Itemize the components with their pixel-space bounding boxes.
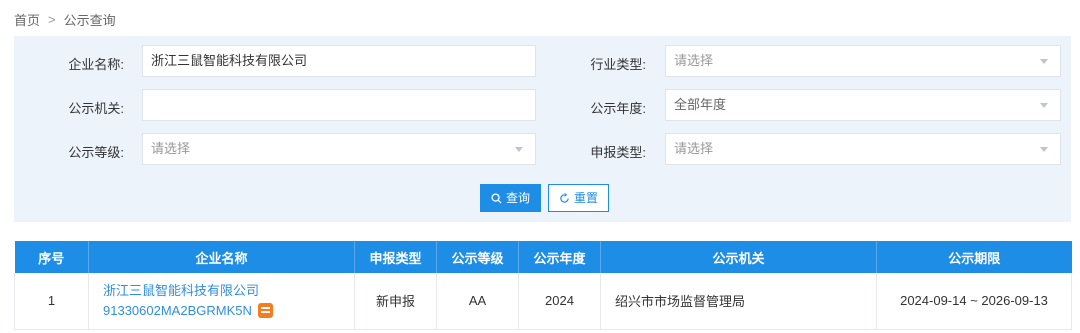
search-button-label: 查询 <box>506 191 531 205</box>
search-panel: 企业名称: 浙江三鼠智能科技有限公司 行业类型: 请选择 公示机关: 公示年度:… <box>14 36 1071 222</box>
credit-code[interactable]: 91330602MA2BGRMK5N <box>103 301 252 321</box>
company-name-input[interactable]: 浙江三鼠智能科技有限公司 <box>142 45 536 77</box>
cell-index: 1 <box>14 273 89 330</box>
certificate-icon[interactable] <box>257 303 273 319</box>
year-value: 全部年度 <box>674 97 727 112</box>
header-level: 公示等级 <box>436 241 519 273</box>
results-table: 序号 企业名称 申报类型 公示等级 公示年度 公示机关 公示期限 1 浙江三鼠智… <box>14 241 1072 330</box>
industry-type-value: 请选择 <box>674 53 714 68</box>
credit-code-line: 91330602MA2BGRMK5N <box>103 301 354 321</box>
company-link[interactable]: 浙江三鼠智能科技有限公司 <box>103 281 354 301</box>
cell-authority: 绍兴市市场监督管理局 <box>600 273 877 330</box>
header-authority: 公示机关 <box>600 241 877 273</box>
level-label: 公示等级: <box>68 145 124 160</box>
level-select[interactable]: 请选择 <box>142 133 536 165</box>
breadcrumb-separator: > <box>48 12 56 27</box>
authority-label: 公示机关: <box>68 101 124 116</box>
reset-button[interactable]: 重置 <box>548 184 610 212</box>
authority-input[interactable] <box>142 89 536 121</box>
table-header-row: 序号 企业名称 申报类型 公示等级 公示年度 公示机关 公示期限 <box>14 241 1072 273</box>
refresh-icon <box>560 192 569 203</box>
header-company: 企业名称 <box>88 241 355 273</box>
reset-button-label: 重置 <box>574 191 599 205</box>
industry-type-select[interactable]: 请选择 <box>665 45 1061 77</box>
year-select[interactable]: 全部年度 <box>665 89 1061 121</box>
report-type-value: 请选择 <box>674 141 714 156</box>
industry-type-label: 行业类型: <box>590 57 646 72</box>
breadcrumb: 首页 > 公示查询 <box>14 10 116 29</box>
header-period: 公示期限 <box>876 241 1072 273</box>
report-type-label: 申报类型: <box>590 145 646 160</box>
year-label: 公示年度: <box>590 101 646 116</box>
chevron-down-icon <box>1040 103 1048 108</box>
breadcrumb-current: 公示查询 <box>63 13 116 28</box>
cell-company: 浙江三鼠智能科技有限公司 91330602MA2BGRMK5N <box>88 273 355 330</box>
chevron-down-icon <box>1040 147 1048 152</box>
report-type-select[interactable]: 请选择 <box>665 133 1061 165</box>
search-button[interactable]: 查询 <box>480 184 542 212</box>
cell-report-type: 新申报 <box>354 273 437 330</box>
cell-year: 2024 <box>518 273 601 330</box>
table-row: 1 浙江三鼠智能科技有限公司 91330602MA2BGRMK5N 新申报 AA… <box>14 273 1072 330</box>
chevron-down-icon <box>515 147 523 152</box>
header-index: 序号 <box>14 241 89 273</box>
level-value: 请选择 <box>151 141 191 156</box>
header-report-type: 申报类型 <box>354 241 437 273</box>
header-year: 公示年度 <box>518 241 601 273</box>
chevron-down-icon <box>1040 59 1048 64</box>
cell-period: 2024-09-14 ~ 2026-09-13 <box>876 273 1072 330</box>
breadcrumb-home[interactable]: 首页 <box>14 10 40 29</box>
cell-level: AA <box>436 273 519 330</box>
search-icon <box>491 192 502 204</box>
company-name-label: 企业名称: <box>68 57 124 72</box>
